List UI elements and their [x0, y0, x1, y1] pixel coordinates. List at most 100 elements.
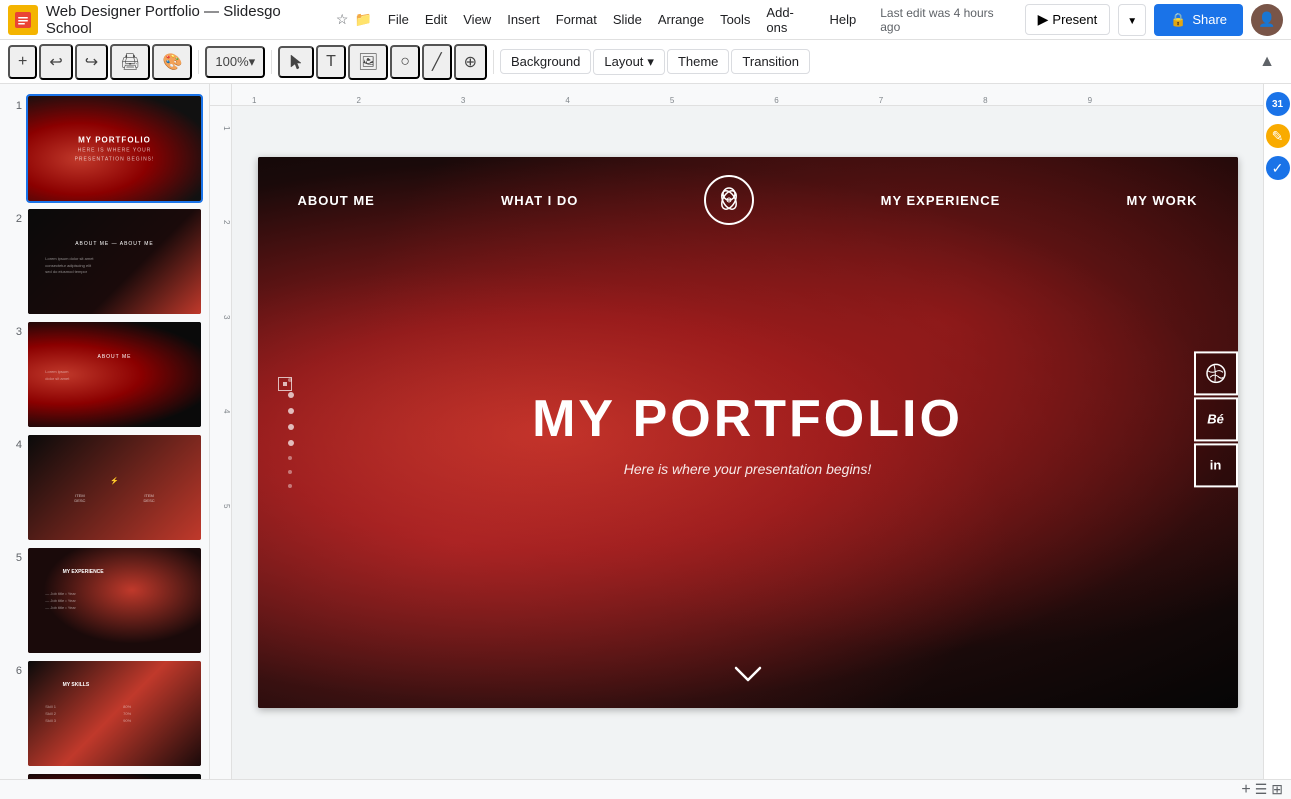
slide-number-5: 5 [8, 548, 22, 564]
slide-thumb-wrap-2: ABOUT ME — ABOUT ME Lorem ipsum dolor si… [28, 209, 201, 314]
slide-nav-bar: ABOUT ME WHAT I DO [258, 157, 1238, 243]
nav-logo [704, 175, 754, 225]
slide-thumb-wrap-7: MY PORTFOLIO [28, 774, 201, 779]
slide-number-4: 4 [8, 435, 22, 451]
social-panel: Bé in [1194, 351, 1238, 487]
layout-button[interactable]: Layout ▾ [593, 49, 665, 75]
social-dribbble-btn[interactable] [1194, 351, 1238, 395]
last-edit-label: Last edit was 4 hours ago [880, 6, 1016, 34]
slide-item-3[interactable]: 3 ABOUT ME Lorem ipsumdolor sit amet [0, 318, 209, 431]
toolbar-text[interactable]: T [316, 45, 346, 79]
menu-view[interactable]: View [455, 10, 499, 29]
menu-insert[interactable]: Insert [499, 10, 548, 29]
background-button[interactable]: Background [500, 49, 591, 74]
dot-5 [288, 440, 294, 446]
present-button[interactable]: ▶ Present [1025, 4, 1111, 35]
slide-thumb-wrap-3: ABOUT ME Lorem ipsumdolor sit amet [28, 322, 201, 427]
slide-panel: 1 MY PORTFOLIOHere is where your present… [0, 84, 210, 779]
doc-title[interactable]: Web Designer Portfolio — Slidesgo School [46, 3, 330, 37]
slide-item-2[interactable]: 2 ABOUT ME — ABOUT ME Lorem ipsum dolor … [0, 205, 209, 318]
add-slide-icon[interactable]: + [1241, 781, 1250, 799]
bottom-bar: + ☰ ⊞ [0, 779, 1291, 799]
share-button[interactable]: 🔒 Share [1154, 4, 1243, 36]
nav-my-experience[interactable]: MY EXPERIENCE [881, 193, 1001, 208]
dot-6 [288, 456, 292, 460]
top-bar: Web Designer Portfolio — Slidesgo School… [0, 0, 1291, 40]
portfolio-subtitle: Here is where your presentation begins! [532, 461, 963, 477]
slide-thumb-wrap-5: MY EXPERIENCE — Job title • Year— Job ti… [28, 548, 201, 653]
transition-button[interactable]: Transition [731, 49, 810, 74]
slide-item-7[interactable]: 7 MY PORTFOLIO [0, 770, 209, 779]
collapse-toolbar-button[interactable]: ▲ [1251, 47, 1283, 77]
ruler-left: 1 2 3 4 5 [210, 106, 232, 779]
slide-number-7: 7 [8, 774, 22, 779]
slide-chevron-down[interactable] [734, 662, 762, 688]
present-dropdown[interactable]: ▼ [1118, 4, 1146, 36]
social-linkedin-btn[interactable]: in [1194, 443, 1238, 487]
dot-2 [288, 392, 294, 398]
toolbar-print[interactable]: 🖨 [110, 44, 150, 80]
nav-about-me[interactable]: ABOUT ME [298, 193, 375, 208]
toolbar-add-more[interactable]: ⊕ [454, 44, 487, 80]
menu-format[interactable]: Format [548, 10, 605, 29]
toolbar-sep-1 [198, 50, 199, 74]
tasks-icon[interactable]: ✓ [1266, 156, 1290, 180]
social-behance-btn[interactable]: Bé [1194, 397, 1238, 441]
folder-icon[interactable]: 📁 [354, 11, 371, 28]
slide-item-1[interactable]: 1 MY PORTFOLIOHere is where your present… [0, 92, 209, 205]
share-lock-icon: 🔒 [1170, 12, 1186, 28]
dot-3 [288, 408, 294, 414]
menu-addons[interactable]: Add-ons [758, 3, 821, 37]
toolbar-new-slide[interactable]: + [8, 45, 37, 79]
grid-view-icon[interactable]: ⊞ [1271, 781, 1283, 798]
dot-4 [288, 424, 294, 430]
slide-left-dots [288, 378, 294, 488]
menu-slide[interactable]: Slide [605, 10, 650, 29]
slide-item-4[interactable]: 4 ⚡ ITEMDESC ITEMDESC [0, 431, 209, 544]
toolbar-zoom[interactable]: 100% ▾ [205, 46, 265, 78]
theme-button[interactable]: Theme [667, 49, 729, 74]
toolbar-paint[interactable]: 🎨 [152, 44, 192, 80]
menu-arrange[interactable]: Arrange [650, 10, 712, 29]
dot-7 [288, 470, 292, 474]
slide-item-5[interactable]: 5 MY EXPERIENCE — Job title • Year— Job … [0, 544, 209, 657]
app-icon [8, 5, 38, 35]
menu-edit[interactable]: Edit [417, 10, 455, 29]
menu-bar: File Edit View Insert Format Slide Arran… [380, 3, 864, 37]
slide-number-6: 6 [8, 661, 22, 677]
toolbar-undo[interactable]: ↩ [39, 44, 72, 80]
slide-small-box-inner [283, 382, 287, 386]
menu-tools[interactable]: Tools [712, 10, 758, 29]
nav-what-i-do[interactable]: WHAT I DO [501, 193, 578, 208]
slide-thumb-wrap-6: MY SKILLS Skill 1Skill 2Skill 3 80%70%90… [28, 661, 201, 766]
right-sidebar: 31 ✎ ✓ [1263, 84, 1291, 779]
slide-number-2: 2 [8, 209, 22, 225]
toolbar-image[interactable]: 🖼 [348, 44, 388, 80]
toolbar-cursor[interactable] [278, 46, 314, 78]
main-area: 1 MY PORTFOLIO Here is where your present… [0, 84, 1291, 779]
slide-thumb-wrap-4: ⚡ ITEMDESC ITEMDESC [28, 435, 201, 540]
calendar-icon[interactable]: 31 [1266, 92, 1290, 116]
toolbar-line[interactable]: ╱ [422, 44, 452, 80]
layout-chevron-icon: ▾ [647, 54, 654, 70]
toolbar-redo[interactable]: ↪ [75, 44, 108, 80]
slide-item-6[interactable]: 6 MY SKILLS Skill 1Skill 2Skill 3 80%70%… [0, 657, 209, 770]
title-row: Web Designer Portfolio — Slidesgo School… [46, 3, 372, 37]
toolbar-sep-3 [493, 50, 494, 74]
list-view-icon[interactable]: ☰ [1255, 781, 1268, 798]
slide-main[interactable]: ABOUT ME WHAT I DO [258, 157, 1238, 708]
notes-icon[interactable]: ✎ [1266, 124, 1290, 148]
portfolio-title: MY PORTFOLIO [532, 389, 963, 449]
toolbar-shape[interactable]: ○ [390, 45, 420, 79]
toolbar: + ↩ ↪ 🖨 🎨 100% ▾ T 🖼 ○ ╱ ⊕ Background La… [0, 40, 1291, 84]
star-icon[interactable]: ☆ [336, 11, 349, 28]
slide-number-1: 1 [8, 96, 22, 112]
dot-8 [288, 484, 292, 488]
toolbar-sep-2 [271, 50, 272, 74]
nav-my-work[interactable]: MY WORK [1126, 193, 1197, 208]
slide-canvas: ABOUT ME WHAT I DO [232, 106, 1263, 759]
menu-file[interactable]: File [380, 10, 417, 29]
ruler-top: 1 2 3 4 5 6 7 8 9 [232, 84, 1263, 106]
menu-help[interactable]: Help [821, 10, 864, 29]
logo-circle [704, 175, 754, 225]
